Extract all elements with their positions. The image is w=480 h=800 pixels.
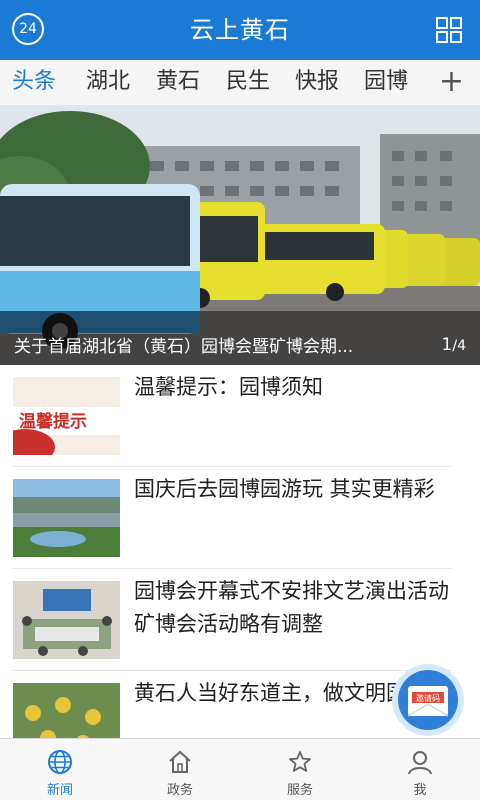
banner-caption: 关于首届湖北省（黄石）园博会暨矿博会期... bbox=[14, 337, 354, 357]
app-title: 云上黄石 bbox=[190, 16, 290, 44]
nav-news-label: 新闻 bbox=[46, 783, 73, 798]
news-title: 园博会开幕式不安排文艺演出活动 矿博会活动略有调整 bbox=[134, 579, 449, 636]
banner-page-indicator: 1/4 bbox=[442, 335, 466, 355]
news-title: 温馨提示：园博须知 bbox=[134, 375, 323, 399]
nav-government-label: 政务 bbox=[166, 783, 193, 798]
add-channel-button[interactable]: + bbox=[439, 60, 464, 106]
banner-page-current: 1 bbox=[441, 335, 453, 355]
top-bar: 24 云上黄石 bbox=[0, 0, 480, 60]
home-icon bbox=[169, 750, 191, 773]
news-title: 国庆后去园博园游玩 其实更精彩 bbox=[134, 477, 435, 501]
news-thumbnail-meeting bbox=[13, 581, 120, 659]
nav-services-label: 服务 bbox=[286, 783, 313, 798]
banner-page-total: 4 bbox=[457, 338, 466, 354]
tab-hubei[interactable]: 湖北 bbox=[86, 60, 130, 106]
banner-image bbox=[0, 106, 480, 365]
user-icon bbox=[408, 751, 432, 775]
tab-expo[interactable]: 园博 bbox=[364, 60, 408, 106]
envelope-icon: 邀请码 bbox=[407, 686, 449, 717]
banner-carousel[interactable]: 关于首届湖北省（黄石）园博会暨矿博会期... 1/4 bbox=[0, 106, 480, 365]
news-item-opening[interactable]: 园博会开幕式不安排文艺演出活动 矿博会活动略有调整 bbox=[0, 569, 480, 671]
news-item-tips[interactable]: 温馨提示 温馨提示：园博须知 bbox=[0, 365, 480, 467]
nav-me[interactable]: 我 bbox=[360, 739, 480, 800]
invite-inner: 邀请码 bbox=[398, 670, 458, 730]
news-thumbnail-tips: 温馨提示 bbox=[13, 377, 120, 455]
invite-code-button[interactable]: 邀请码 bbox=[392, 664, 464, 736]
star-icon bbox=[289, 751, 311, 772]
tab-livelihood[interactable]: 民生 bbox=[226, 60, 270, 106]
bottom-navigation: 新闻 政务 服务 我 bbox=[0, 738, 480, 800]
channel-tabs: 头条 湖北 黄石 民生 快报 园博 + bbox=[0, 60, 480, 106]
app-root: 24 云上黄石 头条 湖北 黄石 民生 快报 园博 + 关于首届湖北省（黄石）园… bbox=[0, 0, 480, 800]
nav-services[interactable]: 服务 bbox=[240, 739, 360, 800]
news-item-national-day[interactable]: 国庆后去园博园游玩 其实更精彩 bbox=[0, 467, 480, 569]
tab-headlines[interactable]: 头条 bbox=[12, 60, 56, 106]
news-thumbnail-landscape bbox=[13, 479, 120, 557]
nav-government[interactable]: 政务 bbox=[120, 739, 240, 800]
nav-news[interactable]: 新闻 bbox=[0, 739, 120, 800]
invite-label: 邀请码 bbox=[416, 693, 440, 703]
tab-huangshi[interactable]: 黄石 bbox=[156, 60, 200, 106]
grid-menu-icon[interactable] bbox=[434, 15, 464, 45]
tab-express[interactable]: 快报 bbox=[295, 60, 339, 106]
nav-me-label: 我 bbox=[413, 783, 427, 798]
globe-icon bbox=[48, 750, 72, 774]
tips-thumb-text: 温馨提示 bbox=[19, 411, 87, 432]
